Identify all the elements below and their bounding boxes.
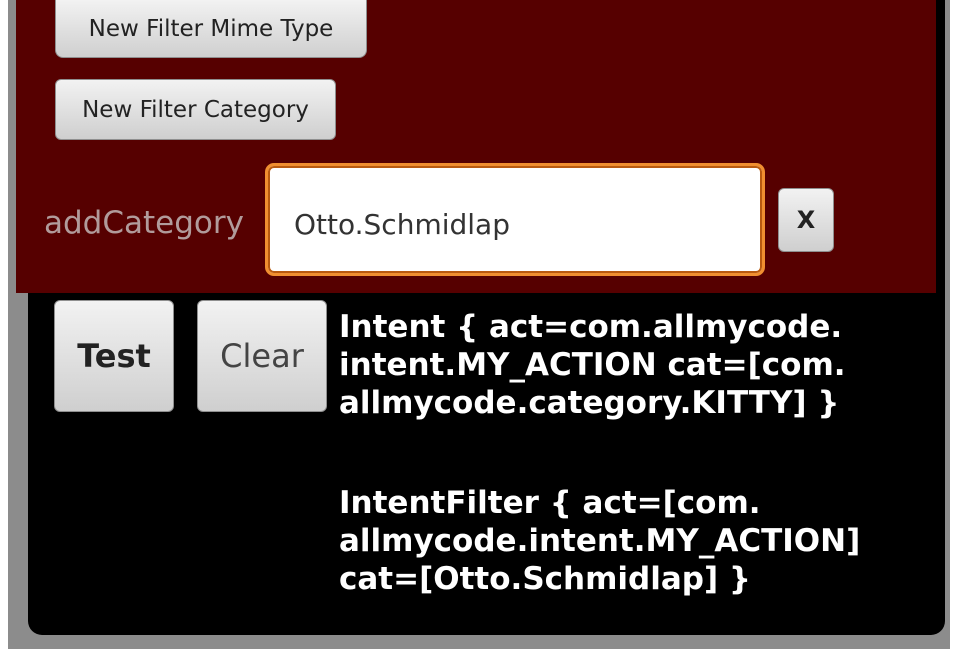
new-filter-mime-type-button[interactable]: New Filter Mime Type [55, 0, 367, 58]
remove-category-button[interactable]: X [778, 188, 834, 252]
test-button[interactable]: Test [54, 300, 174, 412]
clear-button[interactable]: Clear [197, 300, 327, 412]
category-input[interactable]: Otto.Schmidlap [265, 163, 765, 276]
new-filter-category-button[interactable]: New Filter Category [55, 79, 336, 140]
intent-output-text: Intent { act=com.allmycode. intent.MY_AC… [339, 309, 846, 421]
intent-filter-output-text: IntentFilter { act=[com. allmycode.inten… [339, 485, 861, 597]
add-category-label: addCategory [44, 205, 244, 241]
